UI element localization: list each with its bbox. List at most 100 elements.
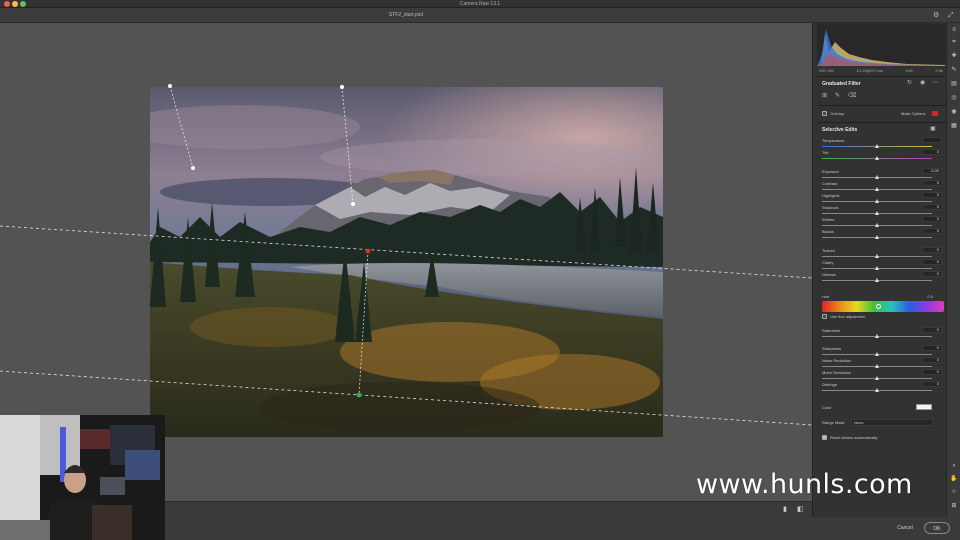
slider-saturation[interactable]: Saturation 0	[822, 327, 944, 340]
hue-slider-knob[interactable]	[876, 304, 881, 309]
slider-knob[interactable]	[875, 266, 879, 270]
slider-knob[interactable]	[875, 388, 879, 392]
eye-icon[interactable]: ◉	[920, 80, 925, 86]
hue-slider[interactable]	[822, 301, 944, 312]
slider-value-field[interactable]: 0	[922, 369, 942, 375]
snapshots-icon[interactable]: ▦	[947, 123, 960, 130]
slider-label: Saturation	[822, 328, 841, 333]
new-filter-icon[interactable]: ⊞	[822, 93, 827, 99]
expand-icon[interactable]: ⤢	[948, 12, 954, 19]
range-mask-value: None	[854, 420, 864, 425]
slider-label: Noise Reduction	[822, 358, 852, 363]
red-eye-icon[interactable]: ◉	[947, 109, 960, 116]
slider-value-field[interactable]: 0	[922, 327, 942, 333]
slider-label: Blacks	[822, 229, 834, 234]
title-bar: Camera Raw 13.1	[0, 0, 960, 8]
edit-icon[interactable]: ≡	[947, 27, 960, 34]
tool-strip: ≡ ⌗ ✚ ✎ ▤ ◎ ◉ ▦ ⌕ ✋ ⊹ ⊞	[946, 23, 960, 517]
crop-icon[interactable]: ⌗	[947, 39, 960, 46]
zoom-icon[interactable]: ⌕	[947, 463, 960, 470]
slider-label: Texture	[822, 248, 836, 253]
color-sampler-icon[interactable]: ⊹	[947, 489, 960, 496]
reset-sliders-label: Reset sliders automatically	[830, 435, 878, 440]
reset-sliders-checkbox[interactable]	[822, 435, 827, 440]
watermark-text: www.hunls.com	[696, 469, 913, 500]
mask-options-label[interactable]: Mask Options	[901, 111, 925, 116]
mask-color-swatch[interactable]	[932, 111, 938, 116]
slider-value-field[interactable]: 0	[922, 259, 942, 265]
overlay-label: Overlay	[830, 111, 844, 116]
slider-value-field[interactable]: 0	[922, 357, 942, 363]
hand-icon[interactable]: ✋	[947, 476, 960, 483]
shutter-text: 2.5s	[935, 68, 943, 73]
radial-filter-icon[interactable]: ◎	[947, 95, 960, 102]
color-label: Color	[822, 405, 832, 410]
slider-value-field[interactable]: 0	[922, 204, 942, 210]
slider-knob[interactable]	[875, 175, 879, 179]
hue-value[interactable]: 0.0	[913, 294, 933, 299]
divider	[817, 105, 945, 106]
slider-value-field[interactable]	[922, 137, 942, 143]
slider-value-field[interactable]: 0	[922, 192, 942, 198]
overlay-checkbox[interactable]	[822, 111, 827, 116]
slider-knob[interactable]	[875, 254, 879, 258]
slider-knob[interactable]	[875, 156, 879, 160]
slider-label: Exposure	[822, 169, 839, 174]
slider-knob[interactable]	[875, 235, 879, 239]
slider-value-field[interactable]: 0	[922, 345, 942, 351]
fine-adjustment-checkbox[interactable]	[822, 314, 827, 319]
slider-knob[interactable]	[875, 334, 879, 338]
healing-icon[interactable]: ✚	[947, 53, 960, 60]
slider-label: Defringe	[822, 382, 838, 387]
slider-dehaze[interactable]: Dehaze 0	[822, 271, 944, 284]
slider-tint[interactable]: Tint 0	[822, 149, 944, 162]
reset-icon[interactable]: ↻	[907, 80, 912, 86]
slider-knob[interactable]	[875, 211, 879, 215]
slider-label: Contrast	[822, 181, 838, 186]
slider-knob[interactable]	[875, 144, 879, 148]
camera-raw-window: Camera Raw 13.1 STF2_start.psd ⚙ ⤢ ▮ ◧ C…	[0, 0, 960, 540]
slider-blacks[interactable]: Blacks 0	[822, 228, 944, 241]
slider-label: Tint	[822, 150, 829, 155]
slider-defringe[interactable]: Defringe 0	[822, 381, 944, 394]
webcam-overlay	[0, 415, 165, 540]
range-mask-label: Range Mask	[822, 420, 845, 425]
slider-value-field[interactable]: 0	[922, 180, 942, 186]
eraser-icon[interactable]: ⌫	[848, 93, 856, 99]
slider-knob[interactable]	[875, 223, 879, 227]
ok-button[interactable]: OK	[924, 522, 950, 534]
cancel-button[interactable]: Cancel	[890, 522, 920, 534]
landscape-photo	[150, 87, 663, 437]
slider-knob[interactable]	[875, 376, 879, 380]
adjustment-brush-icon[interactable]: ✎	[947, 67, 960, 74]
panel-title: Graduated Filter	[822, 81, 861, 87]
range-mask-dropdown[interactable]: None	[851, 419, 933, 426]
slider-knob[interactable]	[875, 187, 879, 191]
color-swatch[interactable]	[916, 404, 932, 410]
selective-edits-title: Selective Edits	[822, 127, 858, 133]
slider-knob[interactable]	[875, 199, 879, 203]
bookmark-icon[interactable]: ▮	[783, 506, 787, 513]
slider-value-field[interactable]: 0	[922, 216, 942, 222]
slider-value-field[interactable]: 0	[922, 149, 942, 155]
slider-value-field[interactable]: 0	[922, 228, 942, 234]
slider-label: Sharpness	[822, 346, 842, 351]
slider-value-field[interactable]: 0	[922, 247, 942, 253]
slider-knob[interactable]	[875, 352, 879, 356]
graduated-filter-icon[interactable]: ▤	[947, 81, 960, 88]
slider-value-field[interactable]: 0	[922, 381, 942, 387]
compare-view-icon[interactable]: ◧	[797, 506, 804, 513]
gear-icon[interactable]: ⚙	[933, 12, 939, 19]
slider-knob[interactable]	[875, 364, 879, 368]
slider-label: Shadows	[822, 205, 839, 210]
more-icon[interactable]: ⋯	[932, 80, 938, 86]
slider-value-field[interactable]: 0	[922, 271, 942, 277]
slider-value-field[interactable]: 0.00	[922, 168, 942, 174]
document-name: STF2_start.psd	[388, 12, 424, 18]
slider-label: Whites	[822, 217, 835, 222]
brush-icon[interactable]: ✎	[835, 93, 840, 99]
preset-icon[interactable]: ▣	[930, 126, 936, 132]
slider-knob[interactable]	[875, 278, 879, 282]
grid-icon[interactable]: ⊞	[947, 503, 960, 510]
histogram	[817, 24, 945, 66]
